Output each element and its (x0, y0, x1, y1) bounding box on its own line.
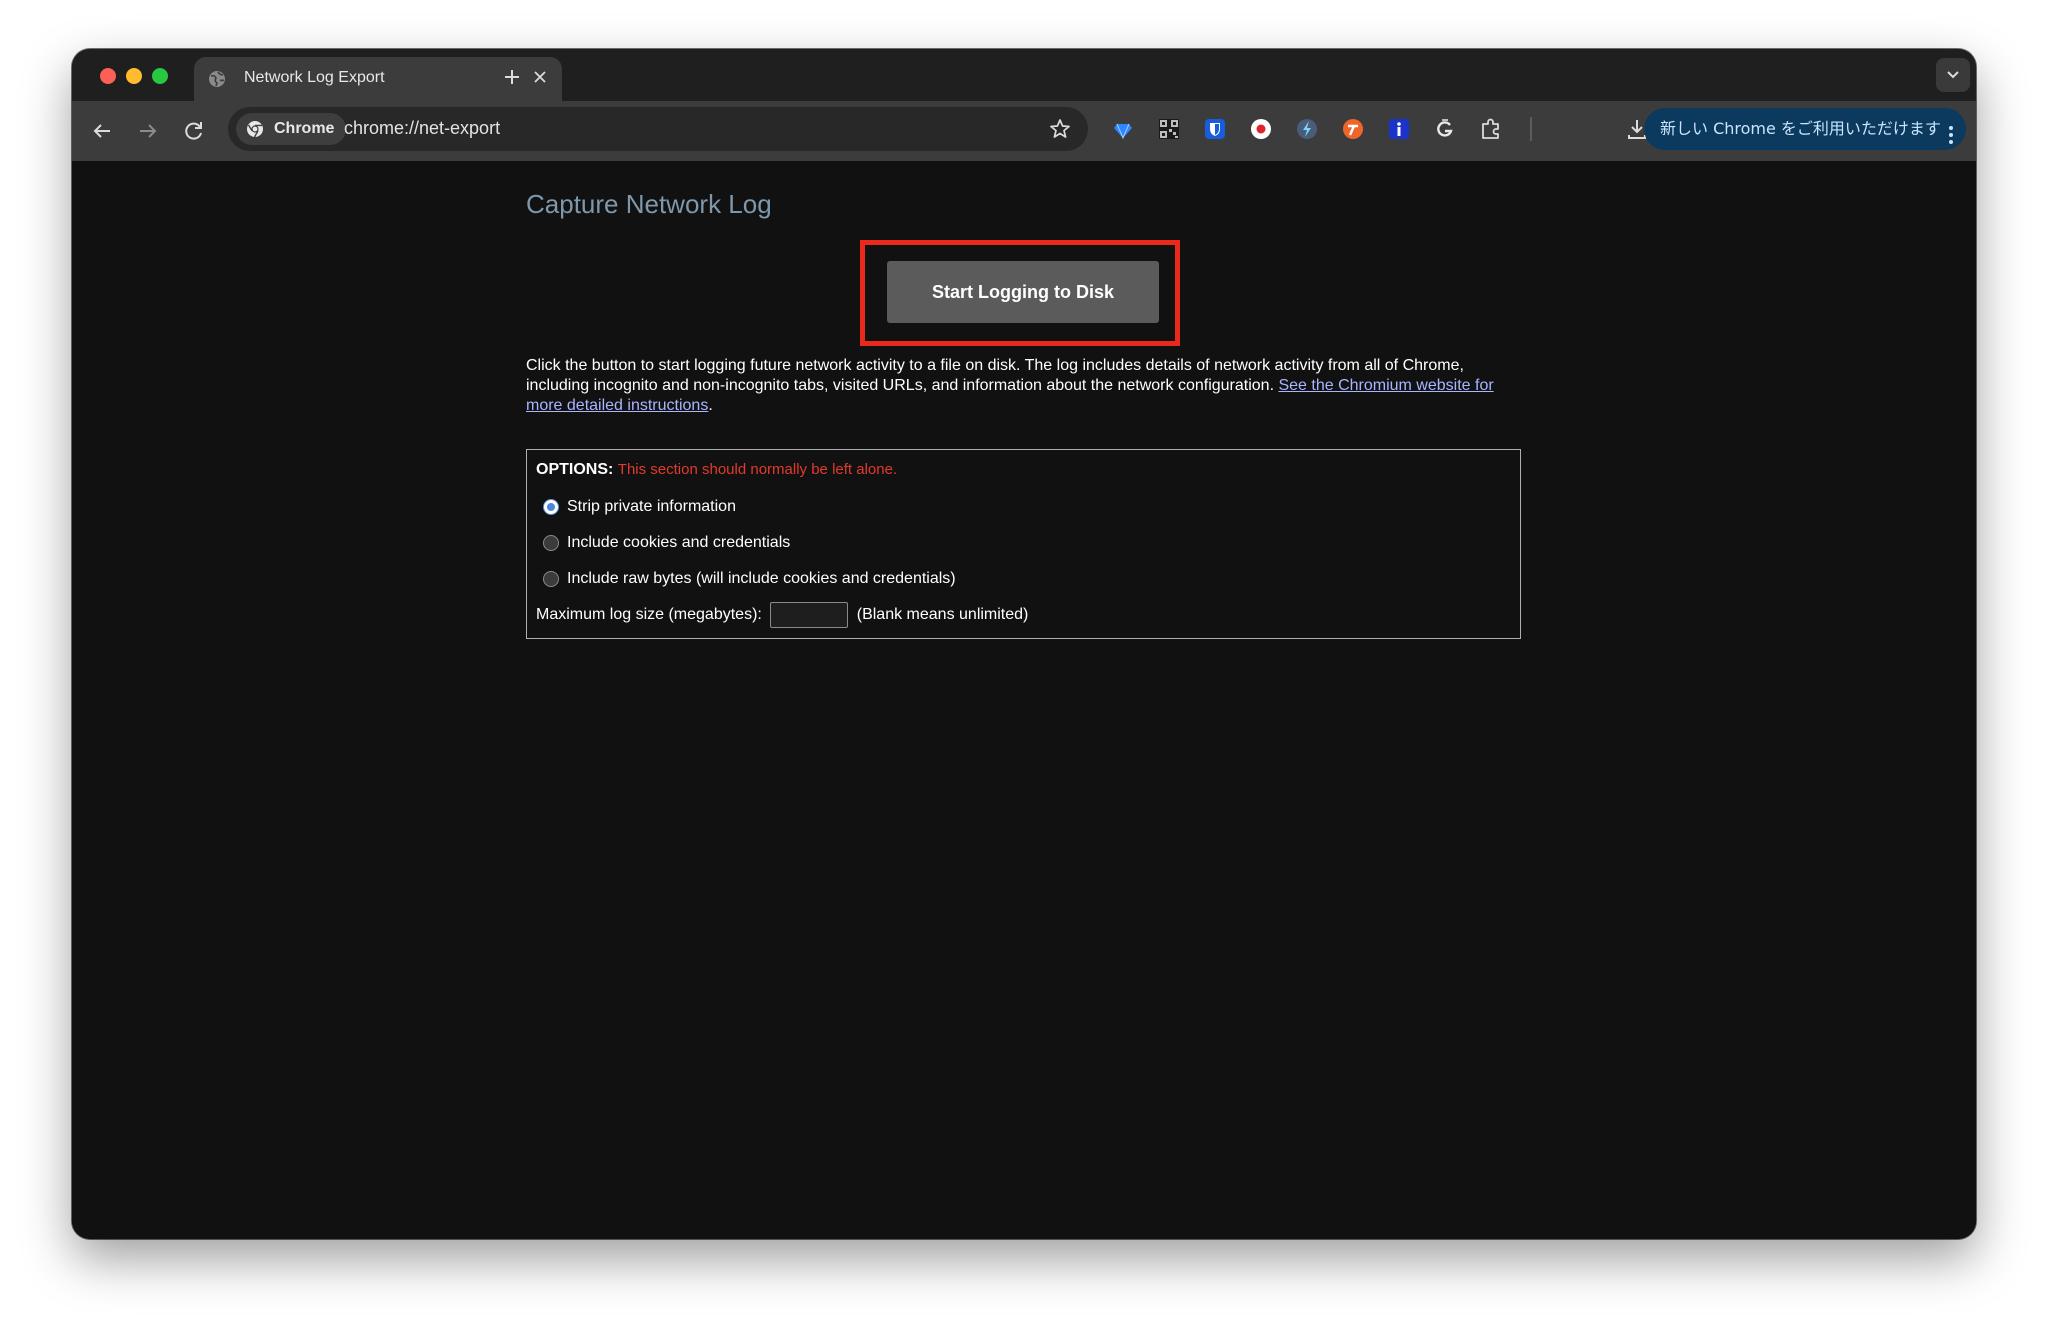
max-log-size-input[interactable] (770, 602, 849, 628)
chrome-update-button[interactable]: 新しい Chrome をご利用いただけます (1644, 108, 1966, 150)
minimize-window-button[interactable] (126, 68, 142, 84)
tab-strip: Network Log Export (72, 49, 1976, 101)
page-content: Capture Network Log Start Logging to Dis… (72, 161, 1976, 1239)
options-warning: This section should normally be left alo… (617, 461, 898, 478)
info-extension-icon[interactable] (1386, 116, 1412, 142)
url-text: chrome://net-export (344, 118, 501, 138)
bookmark-star-icon[interactable] (1048, 117, 1072, 146)
globe-icon (208, 70, 226, 93)
radio-label: Include cookies and credentials (567, 534, 791, 551)
bolt-extension-icon[interactable] (1294, 116, 1320, 142)
new-tab-icon[interactable] (496, 61, 528, 93)
forward-arrow-icon[interactable] (132, 115, 164, 147)
kebab-menu-icon[interactable] (1948, 119, 1954, 161)
radio-label: Strip private information (567, 498, 736, 515)
reload-icon[interactable] (178, 115, 210, 147)
max-size-label: Maximum log size (megabytes): (536, 606, 762, 624)
radio-label: Include raw bytes (will include cookies … (567, 570, 956, 587)
max-size-hint: (Blank means unlimited) (856, 606, 1029, 624)
options-heading-row: OPTIONS: This section should normally be… (536, 461, 897, 479)
close-tab-icon[interactable] (528, 65, 552, 89)
radio-button[interactable] (543, 535, 559, 551)
chip-label: Chrome (274, 120, 335, 137)
toolbar-separator (1530, 117, 1532, 141)
puzzle-extensions-icon[interactable] (1478, 116, 1504, 142)
tab-search-icon[interactable] (1936, 58, 1970, 92)
qr-code-extension-icon[interactable] (1156, 116, 1182, 142)
page-title: Capture Network Log (526, 189, 772, 219)
max-log-size-row: Maximum log size (megabytes): (Blank mea… (536, 602, 1028, 628)
options-panel: OPTIONS: This section should normally be… (526, 449, 1521, 639)
grammarly-extension-icon[interactable] (1432, 116, 1458, 142)
orange-t-extension-icon[interactable] (1340, 116, 1366, 142)
chrome-site-chip[interactable]: Chrome (236, 113, 347, 145)
browser-window: Network Log Export Chrome chrome://net-e… (72, 49, 1976, 1239)
options-heading: OPTIONS: (536, 461, 614, 478)
update-label: 新しい Chrome をご利用いただけます (1660, 119, 1941, 138)
tab-title: Network Log Export (244, 69, 385, 86)
description-end: . (708, 397, 713, 414)
bitwarden-extension-icon[interactable] (1202, 116, 1228, 142)
radio-button-checked[interactable] (543, 499, 559, 515)
maximize-window-button[interactable] (152, 68, 168, 84)
omnibox[interactable]: Chrome chrome://net-export (228, 107, 1088, 151)
chrome-logo-icon (247, 121, 263, 138)
start-logging-button[interactable]: Start Logging to Disk (887, 261, 1159, 323)
radio-button[interactable] (543, 571, 559, 587)
close-window-button[interactable] (100, 68, 116, 84)
diamond-extension-icon[interactable] (1110, 116, 1136, 142)
record-extension-icon[interactable] (1248, 116, 1274, 142)
back-arrow-icon[interactable] (86, 115, 118, 147)
description-text: Click the button to start logging future… (526, 356, 1526, 416)
